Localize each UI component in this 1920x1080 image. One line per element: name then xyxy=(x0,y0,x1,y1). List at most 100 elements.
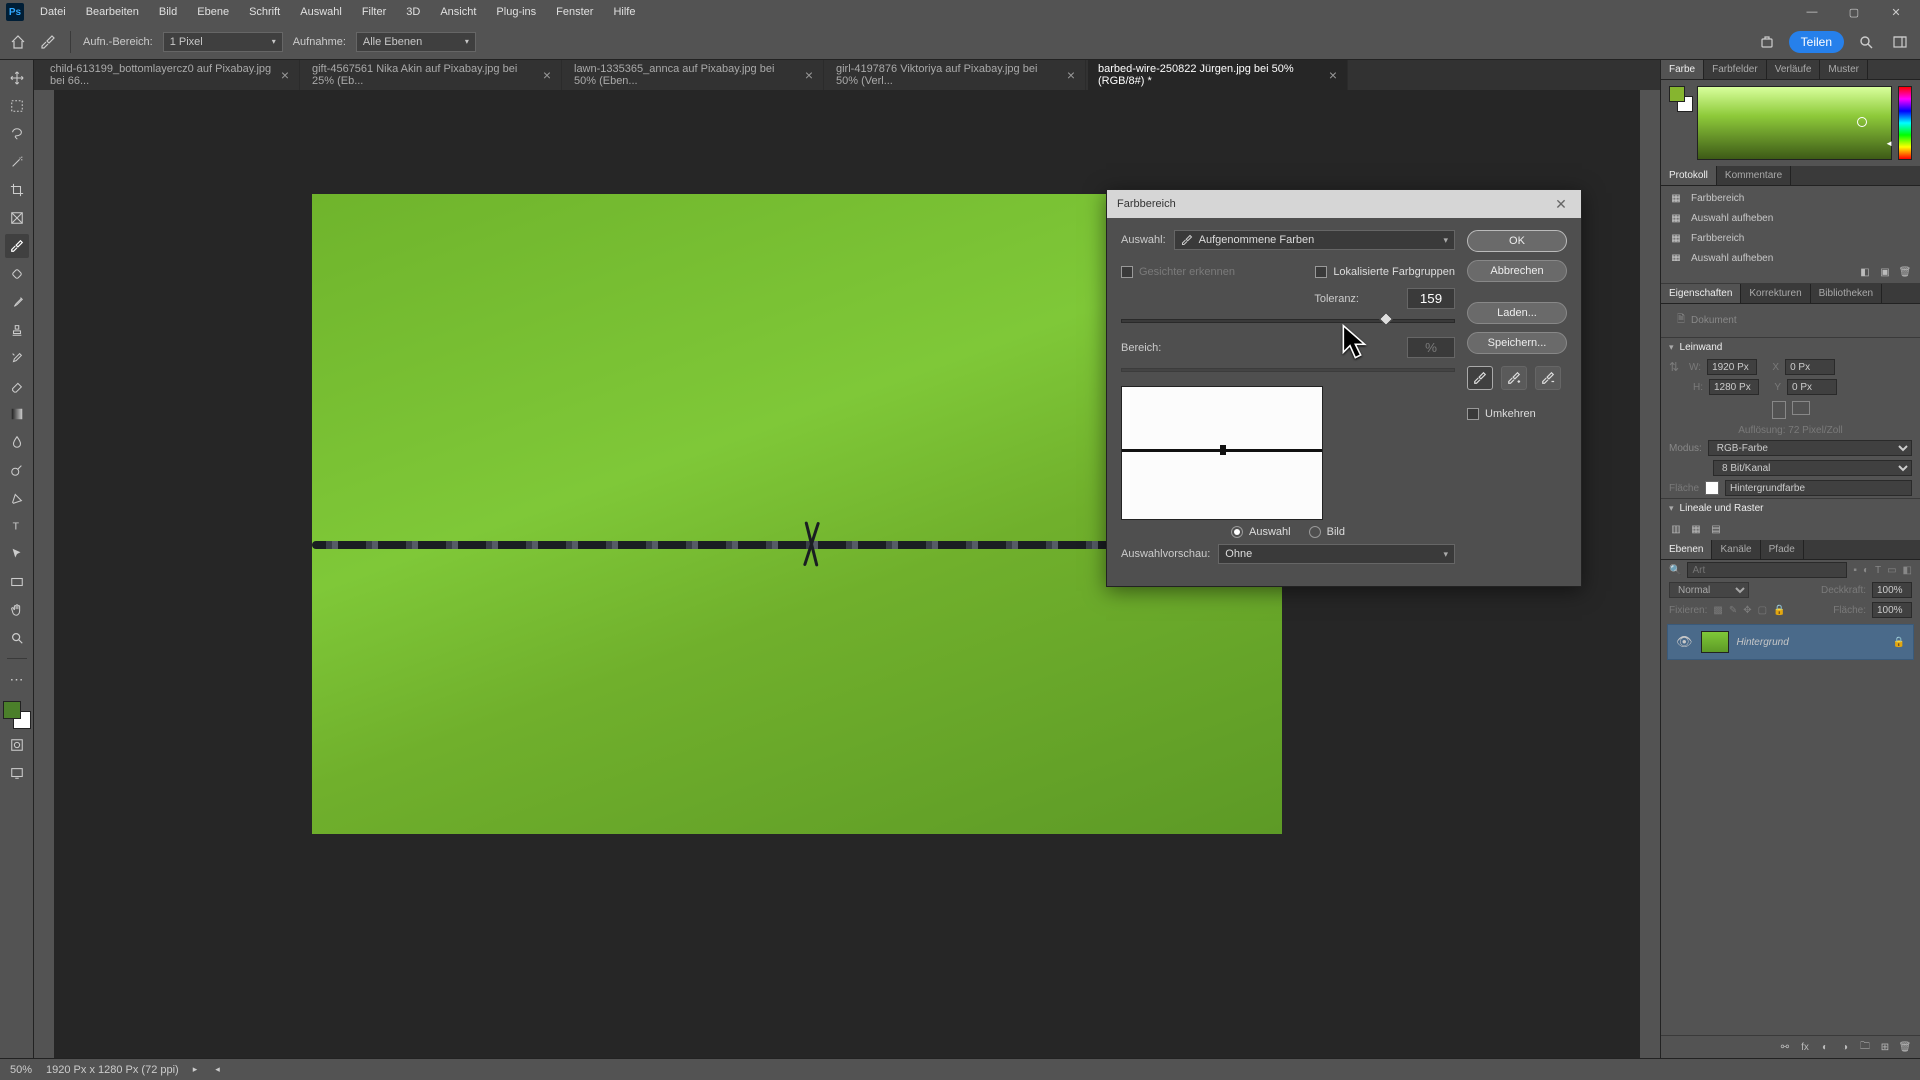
zoom-level[interactable]: 50% xyxy=(10,1064,32,1076)
tab-kanaele[interactable]: Kanäle xyxy=(1712,540,1760,559)
filter-search-icon[interactable]: 🔍 xyxy=(1669,565,1681,576)
frame-tool[interactable] xyxy=(5,206,29,230)
marquee-tool[interactable] xyxy=(5,94,29,118)
height-field[interactable] xyxy=(1709,379,1759,395)
dialog-titlebar[interactable]: Farbbereich ✕ xyxy=(1107,190,1581,218)
tab-eigenschaften[interactable]: Eigenschaften xyxy=(1661,284,1741,303)
fill-field[interactable] xyxy=(1725,480,1912,496)
eyedropper-subtract-icon[interactable] xyxy=(1535,366,1561,390)
tab-ebenen[interactable]: Ebenen xyxy=(1661,540,1712,559)
hue-strip[interactable] xyxy=(1898,86,1912,160)
filter-adjust-icon[interactable]: ◐ xyxy=(1863,565,1869,576)
move-tool[interactable] xyxy=(5,66,29,90)
menu-auswahl[interactable]: Auswahl xyxy=(292,3,350,21)
radio-bild[interactable]: Bild xyxy=(1309,526,1345,538)
link-icon[interactable]: ⇅ xyxy=(1669,360,1679,374)
filter-shape-icon[interactable]: ▭ xyxy=(1887,565,1896,576)
history-item[interactable]: ▦Farbbereich xyxy=(1661,228,1920,248)
lokalisierte-checkbox[interactable] xyxy=(1315,266,1327,278)
layer-mask-icon[interactable]: ◐ xyxy=(1818,1040,1832,1054)
crop-tool[interactable] xyxy=(5,178,29,202)
lock-brush-icon[interactable]: ✎ xyxy=(1729,605,1737,616)
document-tab[interactable]: girl-4197876 Viktoriya auf Pixabay.jpg b… xyxy=(826,60,1086,93)
adjustment-layer-icon[interactable]: ◑ xyxy=(1838,1040,1852,1054)
width-field[interactable] xyxy=(1707,359,1757,375)
path-select-tool[interactable] xyxy=(5,542,29,566)
abbrechen-button[interactable]: Abbrechen xyxy=(1467,260,1567,282)
aufn-bereich-select[interactable]: 1 Pixel▾ xyxy=(163,32,283,52)
stamp-tool[interactable] xyxy=(5,318,29,342)
screen-mode-icon[interactable] xyxy=(5,761,29,785)
window-minimize-button[interactable]: — xyxy=(1794,1,1830,23)
link-layers-icon[interactable]: ⚯ xyxy=(1778,1040,1792,1054)
layer-thumbnail[interactable] xyxy=(1701,631,1729,653)
history-item[interactable]: ▦Auswahl aufheben xyxy=(1661,248,1920,261)
lock-position-icon[interactable]: ✥ xyxy=(1743,605,1751,616)
fill-opacity-field[interactable] xyxy=(1872,602,1912,618)
trash-icon[interactable]: 🗑 xyxy=(1898,1040,1912,1054)
edit-toolbar-icon[interactable]: ⋯ xyxy=(5,667,29,691)
zoom-tool[interactable] xyxy=(5,626,29,650)
document-tab-active[interactable]: barbed-wire-250822 Jürgen.jpg bei 50% (R… xyxy=(1088,60,1348,93)
quick-mask-icon[interactable] xyxy=(5,733,29,757)
filter-smart-icon[interactable]: ◧ xyxy=(1903,565,1912,576)
history-item[interactable]: ▦Farbbereich xyxy=(1661,188,1920,208)
menu-plugins[interactable]: Plug-ins xyxy=(488,3,544,21)
eyedropper-icon[interactable] xyxy=(38,32,58,52)
eraser-tool[interactable] xyxy=(5,374,29,398)
dodge-tool[interactable] xyxy=(5,458,29,482)
blend-mode-select[interactable]: Normal xyxy=(1669,582,1749,598)
umkehren-checkbox[interactable] xyxy=(1467,408,1479,420)
workspace-icon[interactable] xyxy=(1888,30,1912,54)
tab-korrekturen[interactable]: Korrekturen xyxy=(1741,284,1810,303)
aufnahme-select[interactable]: Alle Ebenen▾ xyxy=(356,32,476,52)
color-swatches[interactable] xyxy=(3,701,31,729)
home-icon[interactable] xyxy=(8,32,28,52)
speichern-button[interactable]: Speichern... xyxy=(1467,332,1567,354)
close-icon[interactable]: × xyxy=(1067,67,1075,83)
tab-muster[interactable]: Muster xyxy=(1820,60,1868,79)
menu-bearbeiten[interactable]: Bearbeiten xyxy=(78,3,147,21)
blur-tool[interactable] xyxy=(5,430,29,454)
lock-all-icon[interactable]: 🔒 xyxy=(1773,605,1785,616)
group-icon[interactable]: 🗀 xyxy=(1858,1040,1872,1054)
laden-button[interactable]: Laden... xyxy=(1467,302,1567,324)
tab-kommentare[interactable]: Kommentare xyxy=(1717,166,1791,185)
radio-auswahl[interactable]: Auswahl xyxy=(1231,526,1291,538)
orientation-landscape-icon[interactable] xyxy=(1792,401,1810,415)
rectangle-tool[interactable] xyxy=(5,570,29,594)
lock-artboard-icon[interactable]: ▢ xyxy=(1758,605,1767,616)
type-tool[interactable]: T xyxy=(5,514,29,538)
close-icon[interactable]: × xyxy=(543,67,551,83)
filter-pixel-icon[interactable]: ▪ xyxy=(1853,565,1857,576)
search-icon[interactable] xyxy=(1854,30,1878,54)
ok-button[interactable]: OK xyxy=(1467,230,1567,252)
eyedropper-sample-icon[interactable] xyxy=(1467,366,1493,390)
history-snapshot-icon[interactable]: ◧ xyxy=(1858,265,1872,279)
layer-name[interactable]: Hintergrund xyxy=(1737,637,1789,648)
grid-icon[interactable]: ▦ xyxy=(1689,522,1703,536)
tab-farbfelder[interactable]: Farbfelder xyxy=(1704,60,1767,79)
menu-3d[interactable]: 3D xyxy=(398,3,428,21)
layer-filter-input[interactable] xyxy=(1687,562,1847,578)
layer-row[interactable]: 👁 Hintergrund 🔒 xyxy=(1667,624,1914,660)
tab-farbe[interactable]: Farbe xyxy=(1661,60,1704,79)
pen-tool[interactable] xyxy=(5,486,29,510)
mode-select[interactable]: RGB-Farbe xyxy=(1708,440,1912,456)
menu-schrift[interactable]: Schrift xyxy=(241,3,288,21)
menu-ansicht[interactable]: Ansicht xyxy=(432,3,484,21)
ruler-icon[interactable]: ▥ xyxy=(1669,522,1683,536)
healing-tool[interactable] xyxy=(5,262,29,286)
gradient-tool[interactable] xyxy=(5,402,29,426)
visibility-icon[interactable]: 👁 xyxy=(1676,634,1693,650)
section-leinwand[interactable]: ▾Leinwand xyxy=(1661,338,1920,357)
hand-tool[interactable] xyxy=(5,598,29,622)
lock-pixels-icon[interactable]: ▩ xyxy=(1713,605,1722,616)
menu-filter[interactable]: Filter xyxy=(354,3,394,21)
brush-tool[interactable] xyxy=(5,290,29,314)
orientation-portrait-icon[interactable] xyxy=(1772,401,1786,419)
history-brush-tool[interactable] xyxy=(5,346,29,370)
window-close-button[interactable]: ✕ xyxy=(1878,1,1914,23)
dialog-close-button[interactable]: ✕ xyxy=(1551,194,1571,214)
lock-icon[interactable]: 🔒 xyxy=(1893,637,1905,648)
